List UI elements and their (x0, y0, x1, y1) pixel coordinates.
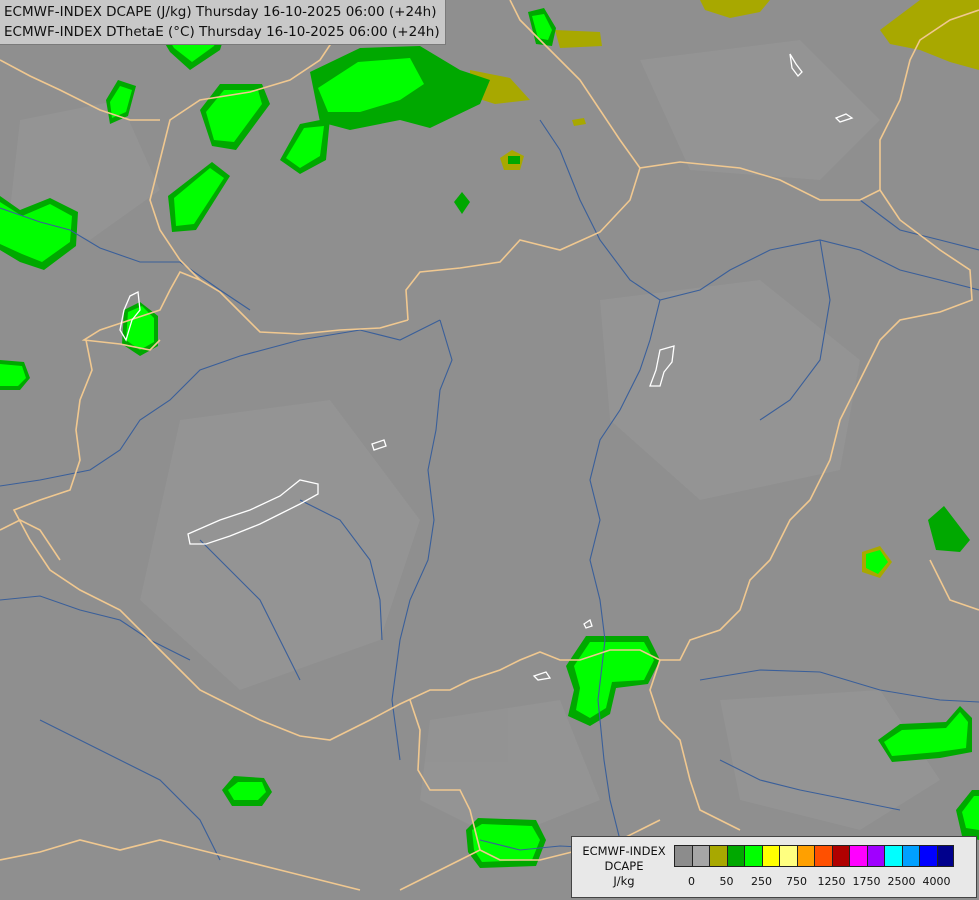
legend-swatch (709, 845, 727, 867)
legend-swatch (761, 845, 779, 867)
title-line-dthetae: ECMWF-INDEX DThetaE (°C) Thursday 16-10-… (4, 24, 440, 40)
legend-swatch (884, 845, 902, 867)
legend-swatch (919, 845, 937, 867)
legend-swatch (936, 845, 954, 867)
legend-swatch (866, 845, 884, 867)
map-title-box: ECMWF-INDEX DCAPE (J/kg) Thursday 16-10-… (0, 0, 446, 45)
legend-title-parameter: DCAPE (604, 859, 644, 873)
legend-swatch (674, 845, 692, 867)
legend-tick-label: 0 (688, 875, 695, 888)
legend-swatch (814, 845, 832, 867)
legend-tick-label: 2500 (887, 875, 916, 888)
legend-tick-label: 750 (786, 875, 807, 888)
legend-swatch (691, 845, 709, 867)
legend-swatch (779, 845, 797, 867)
legend-swatch (726, 845, 744, 867)
legend-title-model: ECMWF-INDEX (582, 844, 666, 858)
title-line-dcape: ECMWF-INDEX DCAPE (J/kg) Thursday 16-10-… (4, 4, 437, 20)
legend-tick-label: 1750 (852, 875, 881, 888)
legend-swatch (796, 845, 814, 867)
weather-map (0, 0, 979, 900)
legend-tick-label: 4000 (922, 875, 951, 888)
legend-swatch (849, 845, 867, 867)
legend-tick-label: 1250 (817, 875, 846, 888)
legend-swatches (674, 845, 954, 867)
legend-tick-label: 50 (719, 875, 734, 888)
color-legend: ECMWF-INDEX DCAPE J/kg 0 50 250 750 1250 1750… (571, 836, 977, 898)
legend-tick-label: 250 (751, 875, 772, 888)
legend-swatch (901, 845, 919, 867)
legend-title: ECMWF-INDEX DCAPE J/kg (576, 844, 672, 889)
legend-swatch (744, 845, 762, 867)
legend-title-unit: J/kg (613, 874, 635, 888)
legend-swatch (831, 845, 849, 867)
